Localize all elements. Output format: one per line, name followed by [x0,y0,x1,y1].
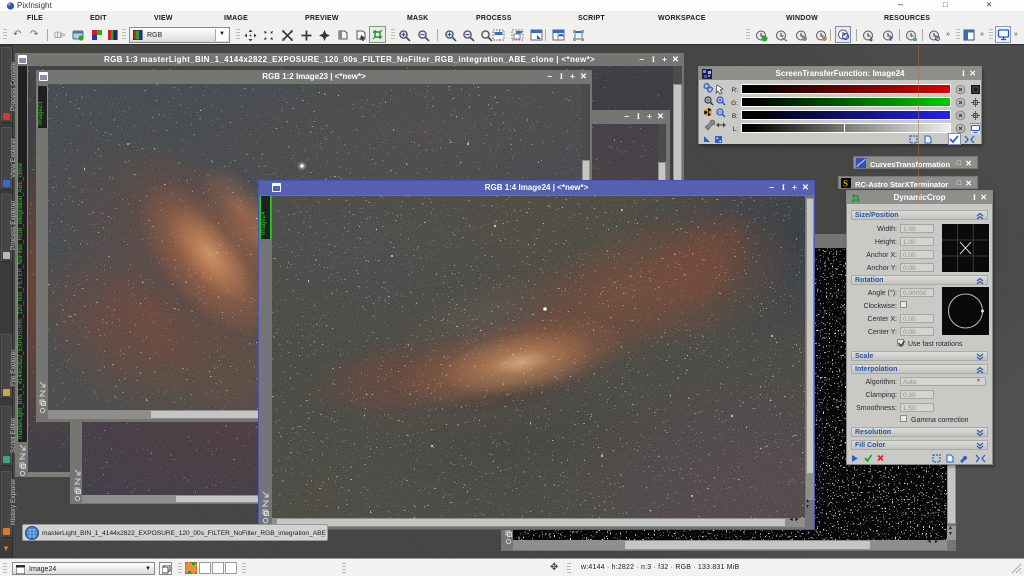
svg-text:S: S [843,179,848,189]
